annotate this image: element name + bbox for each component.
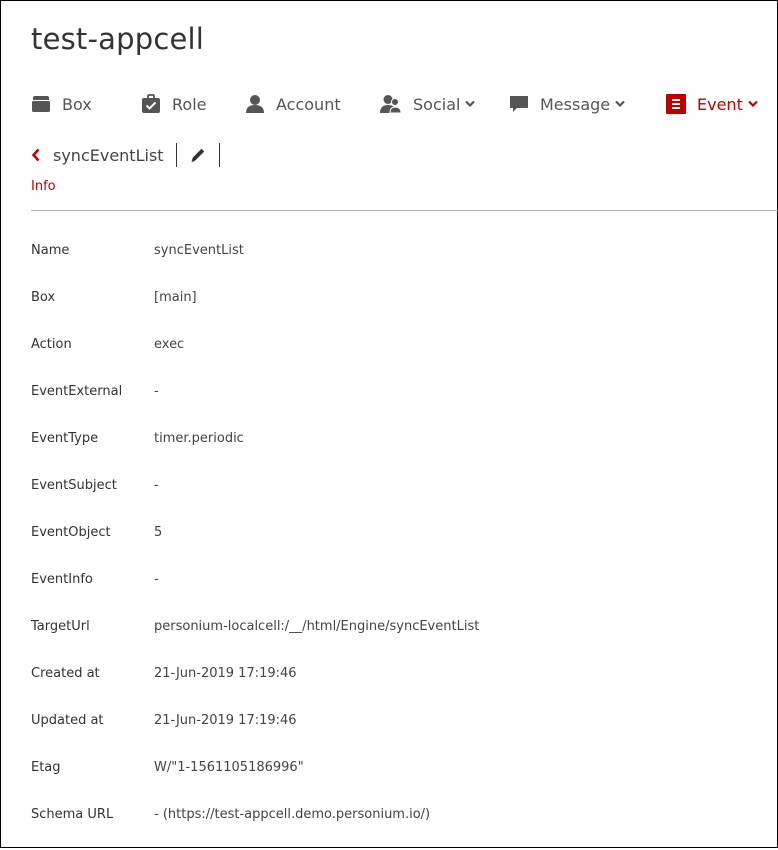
field-row: EventObject 5 <box>31 521 771 568</box>
chevron-left-icon <box>31 148 40 162</box>
field-row: Updated at 21-Jun-2019 17:19:46 <box>31 709 771 756</box>
nav-box[interactable]: Box <box>31 86 92 122</box>
field-row: Schema URL - (https://test-appcell.demo.p… <box>31 803 771 850</box>
field-label: Etag <box>31 760 61 775</box>
field-value: - <box>154 572 159 587</box>
detail-fields: Name syncEventList Box [main] Action exec E… <box>31 239 771 850</box>
field-value: [main] <box>154 290 197 305</box>
field-value: 5 <box>154 525 163 540</box>
field-label: EventSubject <box>31 478 117 493</box>
field-label: Updated at <box>31 713 104 728</box>
people-icon <box>380 94 402 114</box>
nav-account-label: Account <box>276 94 341 114</box>
nav-box-label: Box <box>62 94 92 114</box>
field-value: syncEventList <box>154 243 244 258</box>
divider <box>31 210 778 211</box>
field-row: Etag W/"1-1561105186996" <box>31 756 771 803</box>
field-label: EventObject <box>31 525 111 540</box>
person-icon <box>245 94 265 114</box>
pencil-icon <box>191 148 204 162</box>
chevron-down-icon <box>465 100 476 108</box>
field-row: EventSubject - <box>31 474 771 521</box>
field-value: timer.periodic <box>154 431 244 446</box>
nav-message-label: Message <box>540 94 611 114</box>
field-row: Box [main] <box>31 286 771 333</box>
field-label: Box <box>31 290 56 305</box>
field-value: - <box>154 384 159 399</box>
briefcase-check-icon <box>141 94 161 114</box>
field-value: exec <box>154 337 185 352</box>
field-label: Action <box>31 337 72 352</box>
back-button[interactable] <box>31 148 41 162</box>
nav-role[interactable]: Role <box>141 86 206 122</box>
field-label: EventExternal <box>31 384 123 399</box>
field-label: TargetUrl <box>31 619 90 634</box>
chevron-down-icon <box>748 100 758 108</box>
nav-event[interactable]: Event <box>666 86 758 122</box>
detail-toolbar: syncEventList <box>31 142 232 168</box>
field-value: 21-Jun-2019 17:19:46 <box>154 666 297 681</box>
field-value: - (https://test-appcell.demo.personium.i… <box>154 807 431 822</box>
divider <box>175 143 177 167</box>
field-label: Schema URL <box>31 807 114 822</box>
nav-role-label: Role <box>172 94 207 114</box>
field-label: Name <box>31 243 70 258</box>
field-label: Created at <box>31 666 100 681</box>
field-row: TargetUrl personium-localcell:/__/html/En… <box>31 615 771 662</box>
tab-info[interactable]: Info <box>31 179 56 194</box>
field-value: personium-localcell:/__/html/Engine/sync… <box>154 619 480 634</box>
nav-event-label: Event <box>697 94 743 114</box>
speech-bubble-icon <box>509 94 529 114</box>
field-value: W/"1-1561105186996" <box>154 760 304 775</box>
main-nav: Box Role Account Social Message Event <box>0 86 778 126</box>
detail-title: syncEventList <box>53 145 164 165</box>
nav-social[interactable]: Social <box>380 86 476 122</box>
chevron-down-icon <box>615 100 625 108</box>
field-row: EventExternal - <box>31 380 771 427</box>
field-row: Action exec <box>31 333 771 380</box>
list-icon <box>666 94 686 114</box>
nav-message[interactable]: Message <box>509 86 625 122</box>
page-title: test-appcell <box>31 22 205 56</box>
edit-button[interactable] <box>189 146 207 164</box>
field-value: 21-Jun-2019 17:19:46 <box>154 713 297 728</box>
field-label: EventInfo <box>31 572 93 587</box>
divider <box>218 143 220 167</box>
field-row: Name syncEventList <box>31 239 771 286</box>
field-row: EventInfo - <box>31 568 771 615</box>
field-row: Created at 21-Jun-2019 17:19:46 <box>31 662 771 709</box>
field-value: - <box>154 478 159 493</box>
field-label: EventType <box>31 431 99 446</box>
box-icon <box>31 94 51 114</box>
field-row: EventType timer.periodic <box>31 427 771 474</box>
nav-account[interactable]: Account <box>245 86 341 122</box>
nav-social-label: Social <box>413 94 461 114</box>
